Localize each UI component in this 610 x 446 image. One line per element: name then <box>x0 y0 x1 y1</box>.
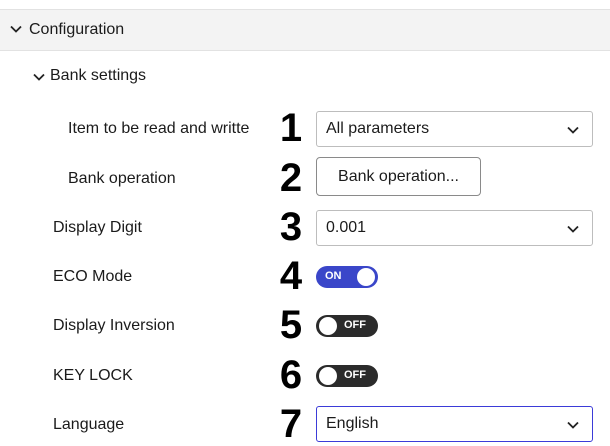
callout-number-5: 5 <box>279 303 303 347</box>
toggle-knob <box>319 367 337 385</box>
chevron-down-icon <box>10 25 22 33</box>
toggle-knob <box>357 268 375 286</box>
language-select[interactable]: English <box>316 406 593 442</box>
callout-number-2: 2 <box>279 156 303 200</box>
toggle-knob <box>319 317 337 335</box>
key-lock-state: OFF <box>344 369 366 381</box>
callout-number-7: 7 <box>279 402 303 446</box>
display-inversion-state: OFF <box>344 319 366 331</box>
configuration-header[interactable]: Configuration <box>0 9 610 51</box>
eco-mode-state: ON <box>325 270 342 282</box>
eco-mode-label: ECO Mode <box>53 268 133 285</box>
display-digit-value: 0.001 <box>326 219 367 236</box>
chevron-down-icon <box>567 421 579 429</box>
eco-mode-toggle[interactable]: ON <box>316 266 378 288</box>
display-digit-select[interactable]: 0.001 <box>316 210 593 246</box>
key-lock-label: KEY LOCK <box>53 367 133 384</box>
bank-operation-button[interactable]: Bank operation... <box>316 157 481 196</box>
bank-settings-label: Bank settings <box>50 67 147 84</box>
chevron-down-icon <box>33 73 45 81</box>
display-digit-label: Display Digit <box>53 219 142 236</box>
bank-operation-label: Bank operation <box>68 170 176 187</box>
key-lock-toggle[interactable]: OFF <box>316 365 378 387</box>
callout-number-1: 1 <box>279 106 303 150</box>
callout-number-3: 3 <box>279 205 303 249</box>
display-inversion-toggle[interactable]: OFF <box>316 315 378 337</box>
chevron-down-icon <box>567 126 579 134</box>
item-rw-value: All parameters <box>326 120 430 137</box>
display-inversion-label: Display Inversion <box>53 317 175 334</box>
item-rw-select[interactable]: All parameters <box>316 111 593 147</box>
callout-number-4: 4 <box>279 254 303 298</box>
callout-number-6: 6 <box>279 353 303 397</box>
configuration-label: Configuration <box>29 21 125 38</box>
language-value: English <box>326 415 379 432</box>
language-label: Language <box>53 416 125 433</box>
item-rw-label: Item to be read and writte <box>68 120 250 137</box>
chevron-down-icon <box>567 225 579 233</box>
